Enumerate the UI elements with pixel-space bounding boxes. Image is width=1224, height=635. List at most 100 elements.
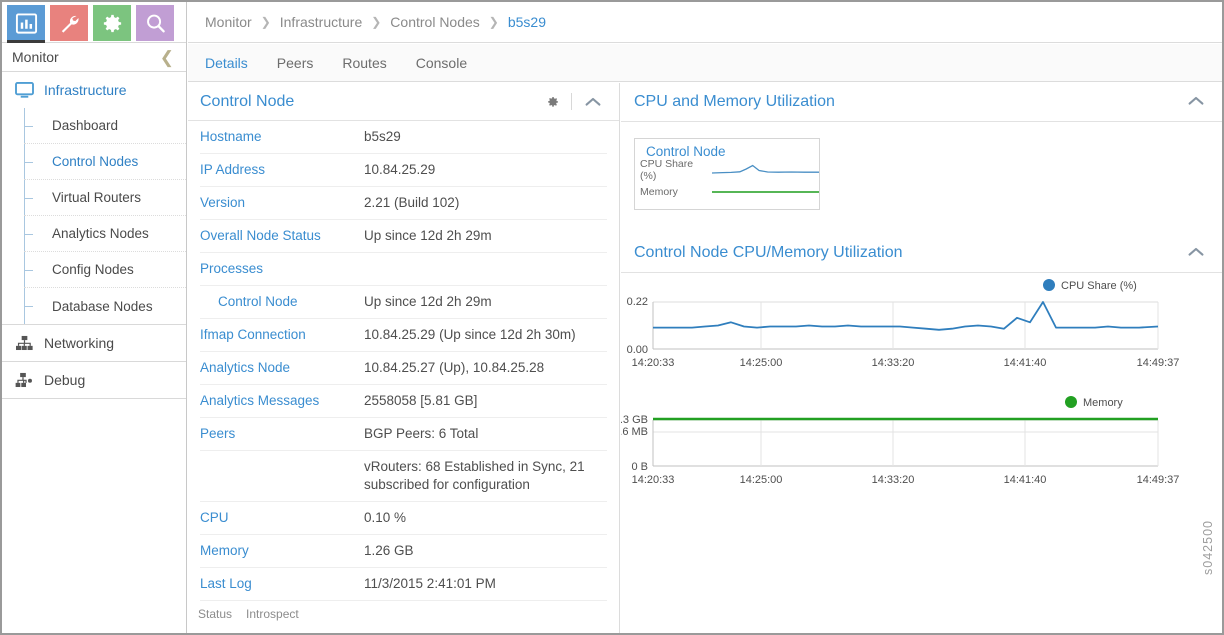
row-value: vRouters: 68 Established in Sync, 21 sub… [364, 458, 607, 495]
row-key: Analytics Messages [200, 392, 364, 410]
row-value: 2.21 (Build 102) [364, 194, 465, 212]
breadcrumb-separator-icon: ❯ [371, 15, 381, 29]
table-row: Processes [200, 253, 607, 286]
card-row-label: CPU Share (%) [640, 158, 712, 182]
card-row-cpu: CPU Share (%) [635, 159, 819, 181]
breadcrumb-item-infrastructure[interactable]: Infrastructure [280, 14, 362, 30]
debug-node-icon [14, 372, 34, 389]
cpu-memory-section-header: CPU and Memory Utilization [621, 83, 1222, 122]
watermark: s042500 [1201, 520, 1215, 575]
search-icon [144, 12, 167, 35]
module-tile-bar [2, 2, 186, 42]
panel-header-actions [535, 93, 605, 110]
monitor-tile[interactable] [7, 5, 45, 41]
table-row: IP Address 10.84.25.29 [200, 154, 607, 187]
configure-tile[interactable] [50, 5, 88, 41]
tab-bar: Details Peers Routes Console [188, 44, 1222, 82]
status-link[interactable]: Status [198, 607, 232, 621]
breadcrumb-item-current[interactable]: b5s29 [508, 14, 546, 30]
chevron-up-icon[interactable] [1188, 244, 1204, 262]
control-node-detail-panel: Control Node Hostname b5 [188, 83, 620, 633]
sidebar-item-database-nodes[interactable]: Database Nodes [24, 288, 186, 324]
chevron-up-icon[interactable] [572, 97, 605, 107]
gear-icon[interactable] [535, 95, 571, 109]
row-key: Last Log [200, 575, 364, 593]
row-key: Analytics Node [200, 359, 364, 377]
row-value: 10.84.25.29 [364, 161, 441, 179]
breadcrumb-separator-icon: ❯ [261, 15, 271, 29]
sidebar-collapse-icon[interactable]: ❮ [160, 49, 174, 66]
tab-console[interactable]: Console [416, 55, 485, 71]
sidebar-item-infrastructure[interactable]: Infrastructure [2, 72, 186, 108]
control-node-summary-card[interactable]: Control Node CPU Share (%) Memory [634, 138, 820, 210]
sidebar-item-label: Infrastructure [44, 82, 126, 98]
row-key: Hostname [200, 128, 364, 146]
sidebar-item-label: Control Nodes [52, 154, 138, 169]
sidebar-item-label: Database Nodes [52, 299, 153, 314]
gear-icon [101, 12, 124, 35]
table-row: Memory 1.26 GB [200, 535, 607, 568]
svg-text:14:33:20: 14:33:20 [872, 357, 915, 369]
sidebar-item-label: Virtual Routers [52, 190, 141, 205]
section-title: CPU and Memory Utilization [634, 93, 1188, 111]
sidebar-item-networking[interactable]: Networking [2, 325, 186, 361]
table-row: CPU 0.10 % [200, 502, 607, 535]
sidebar-item-label: Dashboard [52, 118, 118, 133]
row-key: Ifmap Connection [200, 326, 364, 344]
breadcrumb-item-monitor[interactable]: Monitor [205, 14, 252, 30]
left-navigation-column: Monitor ❮ Infrastructure Dashboard C [2, 2, 187, 633]
cpu-utilization-chart: CPU Share (%) 0.22 0.00 14:20:33 14:25:0… [621, 273, 1222, 378]
charts-section-header: Control Node CPU/Memory Utilization [621, 234, 1222, 273]
svg-text:0 B: 0 B [631, 461, 648, 473]
memory-utilization-chart: Memory 1.3 GB 976.6 MB 0 B 14:20:33 14:2… [621, 390, 1222, 495]
svg-text:0.22: 0.22 [627, 296, 648, 308]
detail-rows: Hostname b5s29 IP Address 10.84.25.29 Ve… [188, 121, 619, 601]
row-value: b5s29 [364, 128, 407, 146]
card-row-memory: Memory [635, 181, 819, 203]
row-value: 10.84.25.27 (Up), 10.84.25.28 [364, 359, 550, 377]
tab-routes[interactable]: Routes [342, 55, 404, 71]
svg-text:14:49:37: 14:49:37 [1137, 357, 1180, 369]
sidebar-item-config-nodes[interactable]: Config Nodes [24, 252, 186, 288]
svg-text:14:49:37: 14:49:37 [1137, 474, 1180, 486]
table-row: Analytics Node 10.84.25.27 (Up), 10.84.2… [200, 352, 607, 385]
sidebar-item-control-nodes[interactable]: Control Nodes [24, 144, 186, 180]
cpu-chart-legend: CPU Share (%) [1043, 279, 1137, 292]
sidebar-item-label: Debug [44, 372, 85, 388]
table-row: Analytics Messages 2558058 [5.81 GB] [200, 385, 607, 418]
query-tile[interactable] [136, 5, 174, 41]
table-row: Peers BGP Peers: 6 Total [200, 418, 607, 451]
svg-text:14:33:20: 14:33:20 [872, 474, 915, 486]
table-row: Last Log 11/3/2015 2:41:01 PM [200, 568, 607, 601]
svg-text:1.3 GB: 1.3 GB [621, 414, 648, 426]
sidebar-item-debug[interactable]: Debug [2, 362, 186, 398]
sidebar-item-label: Networking [44, 335, 114, 351]
tab-details[interactable]: Details [205, 55, 266, 71]
sidebar-item-dashboard[interactable]: Dashboard [24, 108, 186, 144]
settings-tile[interactable] [93, 5, 131, 41]
tab-peers[interactable]: Peers [277, 55, 332, 71]
table-row: Version 2.21 (Build 102) [200, 187, 607, 220]
sidebar-item-analytics-nodes[interactable]: Analytics Nodes [24, 216, 186, 252]
svg-text:CPU Share (%): CPU Share (%) [1061, 280, 1137, 292]
row-value: Up since 12d 2h 29m [364, 293, 498, 311]
sidebar-group-infrastructure: Infrastructure Dashboard Control Nodes V… [2, 72, 186, 325]
cpu-sparkline [712, 161, 819, 179]
sidebar-item-virtual-routers[interactable]: Virtual Routers [24, 180, 186, 216]
sidebar-group-debug: Debug [2, 362, 186, 399]
chevron-up-icon[interactable] [1188, 93, 1204, 111]
breadcrumb-item-control-nodes[interactable]: Control Nodes [390, 14, 480, 30]
svg-text:0.00: 0.00 [627, 344, 648, 356]
row-value: 2558058 [5.81 GB] [364, 392, 483, 410]
introspect-link[interactable]: Introspect [246, 607, 299, 621]
row-key: Version [200, 194, 364, 212]
chart-bar-icon [15, 12, 38, 35]
panel-title: Control Node [200, 93, 535, 111]
table-row: Ifmap Connection 10.84.25.29 (Up since 1… [200, 319, 607, 352]
row-value: BGP Peers: 6 Total [364, 425, 484, 443]
detail-panel-header: Control Node [188, 83, 619, 121]
svg-text:14:25:00: 14:25:00 [740, 474, 783, 486]
table-row: Overall Node Status Up since 12d 2h 29m [200, 220, 607, 253]
svg-text:Memory: Memory [1083, 397, 1123, 409]
sidebar-item-label: Analytics Nodes [52, 226, 149, 241]
